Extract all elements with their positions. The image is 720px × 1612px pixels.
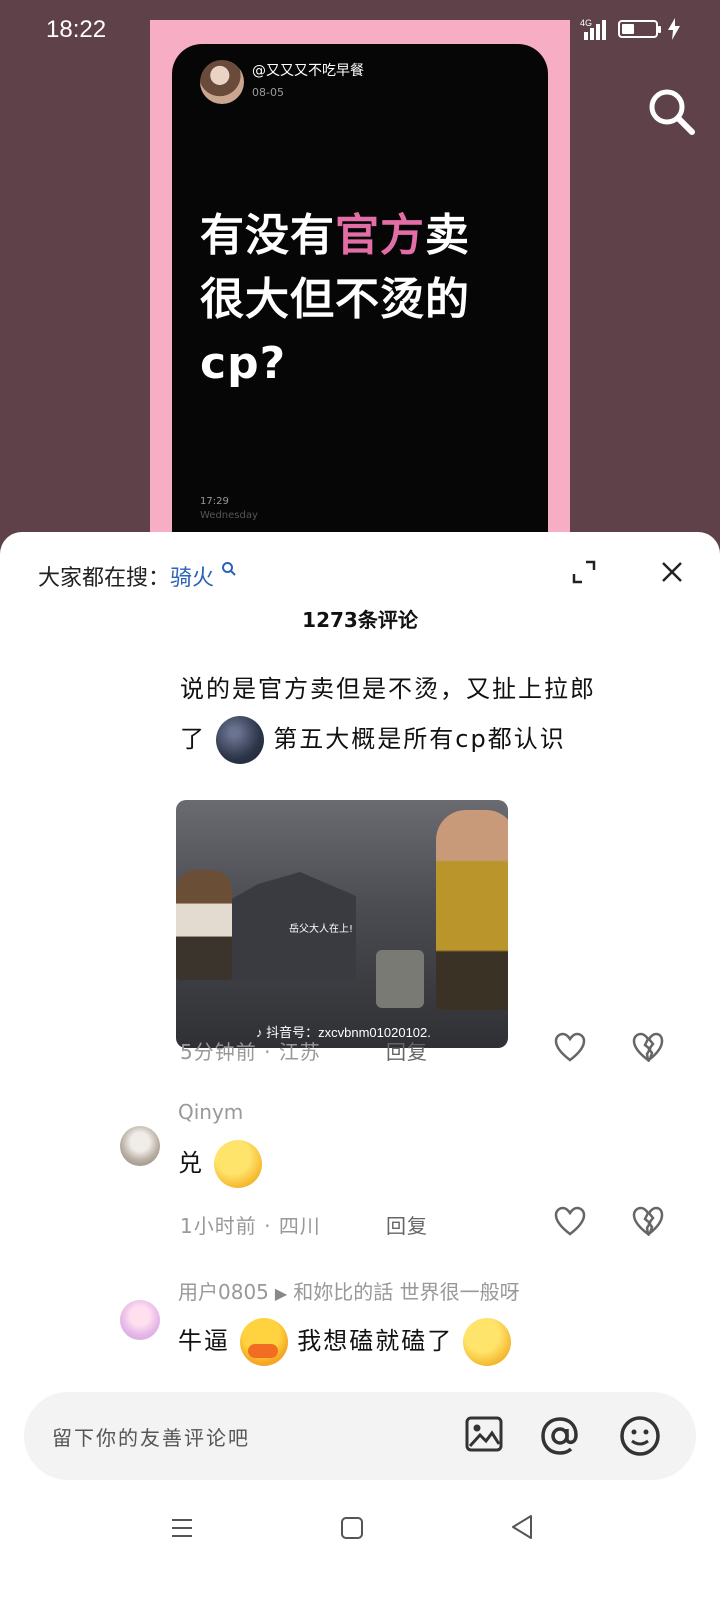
- duck-emoji-icon: [239, 1318, 288, 1366]
- headline-highlight: 官方: [335, 210, 425, 261]
- reply-header: 用户0805 ▶ 和妳比的話 世界很一般呀: [178, 1276, 520, 1305]
- reply-text: 我想磕就磕了: [297, 1327, 454, 1355]
- headline-text: 有没有: [200, 210, 335, 261]
- signal-icon: 4G: [580, 18, 606, 40]
- like-heart-icon[interactable]: [554, 1206, 586, 1236]
- reply-text: 兑: [178, 1149, 204, 1177]
- video-scene-box-character: [376, 950, 424, 1008]
- post-date: 08-05: [252, 86, 284, 99]
- avatar[interactable]: [120, 1126, 160, 1166]
- hot-search[interactable]: 大家都在搜：骑火: [38, 560, 237, 592]
- post-author-avatar: [200, 60, 244, 104]
- reply-time: 1小时前: [180, 1214, 257, 1238]
- search-icon[interactable]: [646, 86, 696, 136]
- comment-input[interactable]: 留下你的友善评论吧: [52, 1422, 250, 1451]
- tears-of-joy-emoji-icon: [462, 1318, 511, 1366]
- at-mention-icon[interactable]: [538, 1414, 582, 1458]
- status-time: 18:22: [46, 16, 107, 43]
- comment-location: 江苏: [278, 1040, 321, 1064]
- reply-username[interactable]: Qinym: [178, 1100, 243, 1124]
- reply-username[interactable]: 用户0805: [178, 1280, 269, 1304]
- reply-text-row: 牛逼 我想磕就磕了: [178, 1318, 511, 1366]
- post-time: 17:29: [200, 496, 229, 507]
- reply-meta: 1小时前 · 四川 回复: [180, 1210, 427, 1239]
- comment-text-part: 第五大概是所有cp都认识: [273, 725, 566, 753]
- video-caption: 岳父大人在上!: [288, 924, 353, 935]
- menu-icon[interactable]: [170, 1516, 194, 1540]
- dislike-broken-heart-icon[interactable]: [632, 1206, 664, 1236]
- reply-to-username[interactable]: 和妳比的話 世界很一般呀: [293, 1280, 519, 1304]
- expand-icon[interactable]: [572, 560, 596, 584]
- reply-location: 四川: [278, 1214, 321, 1238]
- battery-icon: [618, 20, 661, 38]
- system-nav-bar: [0, 1498, 720, 1612]
- reply-button[interactable]: 回复: [386, 1036, 428, 1065]
- charging-icon: [668, 18, 680, 40]
- comment-input-bar[interactable]: 留下你的友善评论吧: [24, 1392, 696, 1480]
- comment-video-thumbnail[interactable]: 岳父大人在上! ♪ 抖音号：zxcvbnm01020102.: [176, 800, 508, 1048]
- back-icon[interactable]: [510, 1514, 534, 1540]
- like-heart-icon[interactable]: [554, 1032, 586, 1062]
- reply-text: 牛逼: [178, 1327, 230, 1355]
- post-image[interactable]: @又又又不吃早餐 08-05 有没有官方卖很大但不烫的cp? 17:29 Wed…: [172, 44, 548, 564]
- home-icon[interactable]: [340, 1516, 364, 1540]
- post-headline: 有没有官方卖很大但不烫的cp?: [200, 204, 500, 396]
- video-scene-character-right: [436, 810, 508, 1010]
- dislike-broken-heart-icon[interactable]: [632, 1032, 664, 1062]
- reply-text-row: 兑: [178, 1140, 262, 1188]
- image-icon[interactable]: [464, 1414, 504, 1454]
- network-label: 4G: [580, 18, 592, 28]
- avatar[interactable]: [120, 1300, 160, 1340]
- close-icon[interactable]: [660, 560, 684, 584]
- post-author-name: @又又又不吃早餐: [252, 63, 364, 79]
- reply-button[interactable]: 回复: [386, 1210, 428, 1239]
- moon-emoji-icon: [215, 716, 264, 764]
- search-icon: [222, 562, 236, 576]
- hot-search-label: 大家都在搜：: [38, 566, 171, 591]
- crying-face-emoji-icon: [213, 1140, 262, 1188]
- hot-search-keyword[interactable]: 骑火: [170, 566, 214, 591]
- comment-text-line2: 了 第五大概是所有cp都认识: [180, 708, 680, 770]
- reply-to-arrow-icon: ▶: [274, 1284, 288, 1303]
- comment-text-part: 了: [180, 725, 206, 753]
- comment-meta: 5分钟前 · 江苏 回复: [180, 1036, 427, 1065]
- emoji-icon[interactable]: [618, 1414, 662, 1458]
- comment-time: 5分钟前: [180, 1040, 257, 1064]
- comment-count: 1273条评论: [302, 608, 418, 632]
- post-day: Wednesday: [200, 510, 258, 521]
